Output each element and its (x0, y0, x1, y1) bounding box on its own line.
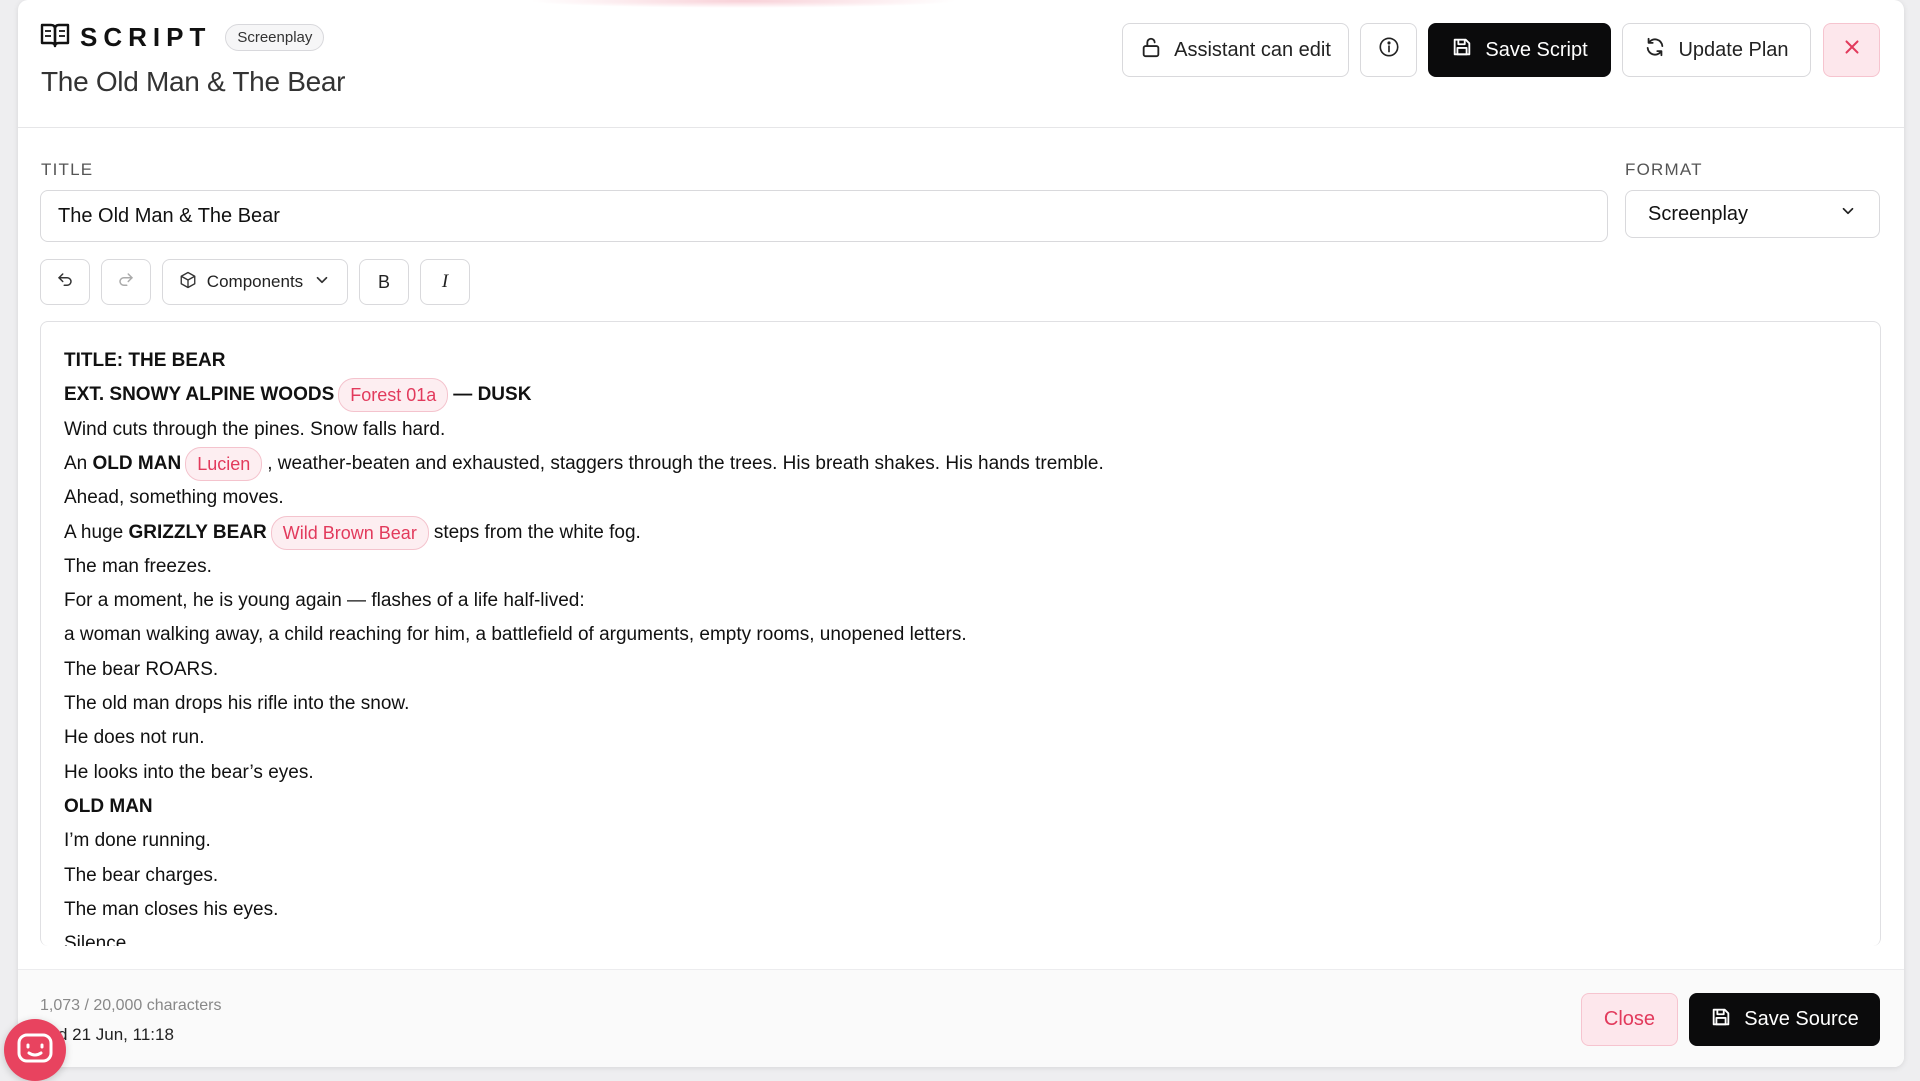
page-title: The Old Man & The Bear (41, 66, 346, 97)
script-line: TITLE: THE BEAR (64, 350, 226, 371)
character-name: OLD MAN (92, 452, 182, 474)
script-line: He looks into the bear’s eyes. (64, 761, 314, 783)
script-line: EXT. SNOWY ALPINE WOODS Forest 01a — DUSK (64, 378, 1857, 413)
assistant-can-edit-button[interactable]: Assistant can edit (1122, 23, 1349, 77)
cube-icon (179, 271, 197, 294)
redo-button[interactable] (101, 259, 151, 305)
update-plan-label: Update Plan (1678, 38, 1789, 61)
scene-heading: EXT. SNOWY ALPINE WOODS (64, 384, 335, 406)
open-book-icon (40, 22, 70, 53)
script-line: Silence. (64, 933, 132, 946)
components-label: Components (206, 272, 304, 291)
character-tag[interactable]: Wild Brown Bear (270, 515, 429, 550)
format-select[interactable]: Screenplay (1625, 190, 1880, 238)
info-button[interactable] (1360, 23, 1417, 77)
redo-icon (117, 271, 135, 294)
script-line: The man closes his eyes. (64, 898, 279, 920)
assistant-bot-button[interactable] (4, 1019, 66, 1081)
assistant-label: Assistant can edit (1174, 38, 1331, 61)
script-line: The man freezes. (64, 555, 212, 577)
save-script-label: Save Script (1485, 38, 1588, 61)
save-script-button[interactable]: Save Script (1428, 23, 1611, 77)
italic-label: I (441, 271, 449, 292)
save-source-label: Save Source (1744, 1008, 1859, 1030)
script-panel: SCRIPT Screenplay The Old Man & The Bear… (18, 0, 1904, 1067)
script-line: A huge GRIZZLY BEAR Wild Brown Bear steps … (64, 515, 1857, 550)
italic-button[interactable]: I (420, 259, 470, 305)
undo-button[interactable] (40, 259, 90, 305)
lock-open-icon (1140, 36, 1162, 64)
scene-time: — DUSK (453, 384, 532, 406)
floppy-disk-icon (1710, 1006, 1732, 1034)
title-label: TITLE (41, 160, 94, 179)
script-line: Ahead, something moves. (64, 487, 284, 509)
script-line: The bear charges. (64, 864, 219, 886)
format-value: Screenplay (1648, 202, 1749, 225)
script-line: Wind cuts through the pines. Snow falls … (64, 418, 446, 440)
refresh-icon (1644, 36, 1666, 64)
line-text: An (64, 452, 93, 474)
script-line: An OLD MAN Lucien, weather-beaten and exh… (64, 446, 1857, 481)
script-line: He does not run. (64, 727, 205, 749)
line-text: steps from the white fog. (433, 521, 641, 543)
close-button[interactable]: Close (1581, 993, 1678, 1046)
close-panel-button[interactable] (1823, 23, 1880, 77)
panel-footer: 1,073 / 20,000 characters ved 21 Jun, 11… (18, 969, 1904, 1067)
location-tag[interactable]: Forest 01a (338, 378, 449, 413)
components-dropdown[interactable]: Components (162, 259, 348, 305)
line-text: , weather-beaten and exhausted, staggers… (267, 452, 1104, 474)
bold-button[interactable]: B (359, 259, 409, 305)
undo-icon (56, 271, 74, 294)
close-icon (1841, 36, 1863, 64)
bold-label: B (377, 271, 390, 292)
character-tag[interactable]: Lucien (185, 446, 263, 481)
brand-label: SCRIPT (80, 22, 212, 52)
save-source-button[interactable]: Save Source (1689, 993, 1880, 1046)
chevron-down-icon (313, 271, 331, 294)
character-name: GRIZZLY BEAR (128, 521, 267, 543)
script-line: a woman walking away, a child reaching f… (64, 624, 967, 646)
type-badge: Screenplay (225, 24, 325, 51)
script-line: For a moment, he is young again — flashe… (64, 590, 585, 612)
format-label: FORMAT (1625, 160, 1703, 179)
script-line: The old man drops his rifle into the sno… (64, 693, 410, 715)
update-plan-button[interactable]: Update Plan (1622, 23, 1811, 77)
title-input[interactable] (40, 190, 1608, 242)
script-line: The bear ROARS. (64, 658, 219, 680)
close-label: Close (1603, 1008, 1656, 1030)
character-count: 1,073 / 20,000 characters (40, 997, 222, 1014)
floppy-disk-icon (1451, 36, 1473, 64)
chevron-down-icon (1839, 202, 1857, 226)
script-line: I’m done running. (64, 830, 211, 852)
script-editor[interactable]: TITLE: THE BEAR EXT. SNOWY ALPINE WOODS F… (40, 321, 1881, 946)
line-text: A huge (64, 521, 129, 543)
panel-header: SCRIPT Screenplay The Old Man & The Bear… (18, 0, 1904, 128)
brand: SCRIPT Screenplay (40, 22, 325, 53)
script-line: OLD MAN (64, 795, 153, 817)
robot-face-icon (15, 1030, 55, 1071)
info-icon (1378, 36, 1400, 64)
